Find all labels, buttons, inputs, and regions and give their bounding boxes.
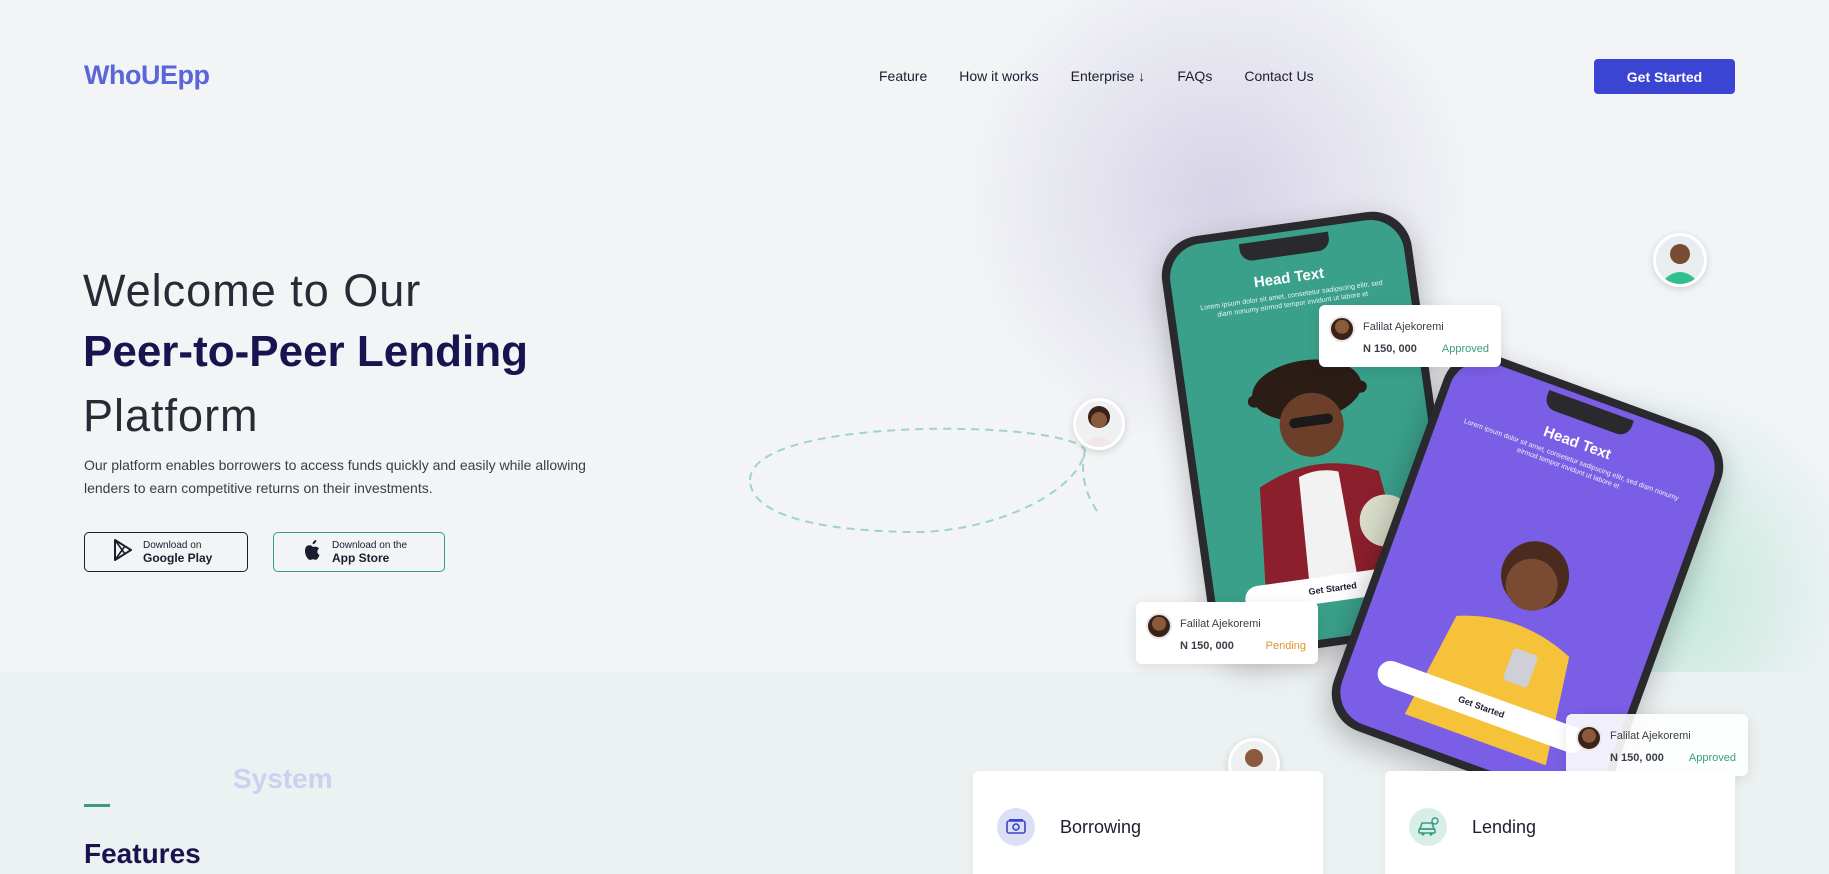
- nav-how-it-works[interactable]: How it works: [959, 68, 1038, 84]
- loan-amount: N 150, 000: [1363, 343, 1417, 355]
- logo[interactable]: WhoUEpp: [84, 60, 210, 91]
- borrower-avatar: [1329, 316, 1355, 342]
- feature-card-title: Borrowing: [1060, 817, 1142, 837]
- feature-card-title: Lending: [1472, 817, 1537, 837]
- google-play-label: Google Play: [143, 551, 213, 565]
- hero-description: Our platform enables borrowers to access…: [84, 457, 586, 496]
- loan-amount: N 150, 000: [1180, 640, 1234, 652]
- loan-status-approved: Approved: [1688, 752, 1736, 764]
- borrower-name: Falilat Ajekoremi: [1180, 618, 1261, 630]
- hero-title-line3: Platform: [83, 390, 259, 441]
- feature-card-borrowing[interactable]: Borrowing: [973, 771, 1323, 874]
- loan-status-approved: Approved: [1441, 343, 1489, 355]
- avatar: [1653, 233, 1707, 287]
- borrower-name: Falilat Ajekoremi: [1363, 321, 1444, 333]
- nav-faqs[interactable]: FAQs: [1177, 68, 1212, 84]
- app-store-label: App Store: [332, 551, 390, 565]
- loan-status-card: Falilat Ajekoremi N 150, 000 Pending: [1136, 602, 1318, 664]
- loan-status-pending: Pending: [1265, 640, 1306, 652]
- hero-title-line1: Welcome to Our: [83, 265, 422, 316]
- hero-title-line2: Peer-to-Peer Lending: [83, 327, 528, 376]
- app-store-button[interactable]: Download on the App Store: [273, 532, 445, 572]
- loan-status-card: Falilat Ajekoremi N 150, 000 Approved: [1566, 714, 1748, 776]
- nav-enterprise-dropdown[interactable]: Enterprise ↓: [1071, 68, 1146, 84]
- features-accent-bar: [84, 804, 110, 807]
- money-icon: [997, 808, 1035, 846]
- borrower-name: Falilat Ajekoremi: [1610, 730, 1691, 742]
- nav-contact-us[interactable]: Contact Us: [1244, 68, 1313, 84]
- loan-amount: N 150, 000: [1610, 752, 1664, 764]
- google-play-icon: [113, 538, 133, 566]
- borrower-avatar: [1146, 613, 1172, 639]
- car-loan-icon: [1409, 808, 1447, 846]
- get-started-button[interactable]: Get Started: [1594, 59, 1735, 94]
- avatar: [1073, 398, 1125, 450]
- features-title: Features: [84, 838, 201, 869]
- feature-card-lending[interactable]: Lending: [1385, 771, 1735, 874]
- main-nav: Feature How it works Enterprise ↓ FAQs C…: [879, 68, 1314, 84]
- features-kicker: System: [233, 763, 333, 794]
- nav-feature[interactable]: Feature: [879, 68, 927, 84]
- google-play-button[interactable]: Download on Google Play: [84, 532, 248, 572]
- phone-notch: [1238, 231, 1331, 263]
- apple-icon: [302, 539, 322, 566]
- loan-status-card: Falilat Ajekoremi N 150, 000 Approved: [1319, 305, 1501, 367]
- dashed-loop-decoration: [748, 427, 1100, 534]
- borrower-avatar: [1576, 725, 1602, 751]
